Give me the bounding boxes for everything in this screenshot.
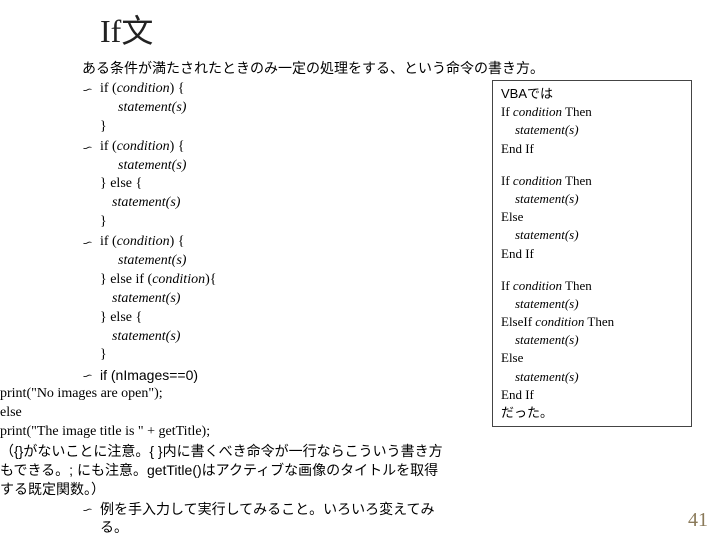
note-text: （{}がないことに注意。{ }内に書くべき命令が一行ならこういう書き方もできる。… (0, 442, 462, 499)
vba-box: VBAでは If condition Then statement(s) End… (492, 80, 692, 427)
footer-line: 例を手入力して実行してみること。いろいろ変えてみる。 (82, 500, 462, 538)
line: statement(s) (82, 252, 462, 271)
subtitle: ある条件が満たされたときのみ一定の処理をする、という命令の書き方。 (0, 58, 720, 78)
line: print("No images are open"); (0, 385, 462, 404)
line: End If (501, 386, 683, 404)
line: else (0, 404, 462, 423)
line: } (82, 118, 462, 137)
line: } (82, 213, 462, 232)
line: statement(s) (82, 194, 462, 213)
left-column: if (condition) { statement(s) } if (cond… (82, 80, 462, 537)
line: statement(s) (82, 99, 462, 118)
line: print("The image title is " + getTitle); (0, 423, 462, 442)
if-elseif-block: if (condition) { (82, 233, 462, 252)
line: statement(s) (501, 295, 683, 313)
line: } else { (82, 309, 462, 328)
if-else-block: if (condition) { (82, 138, 462, 157)
vba-tail: だった。 (501, 404, 683, 422)
line: statement(s) (82, 157, 462, 176)
line: if (condition) { (100, 138, 462, 157)
spacer (501, 263, 683, 277)
content-area: if (condition) { statement(s) } if (cond… (0, 80, 720, 537)
line: if (condition) { (100, 233, 462, 252)
line: statement(s) (501, 190, 683, 208)
if-block-1: if (condition) { (82, 80, 462, 99)
line: if (nImages==0) (100, 366, 462, 385)
page-number: 41 (688, 509, 708, 532)
line: End If (501, 140, 683, 158)
line: End If (501, 245, 683, 263)
spacer (501, 158, 683, 172)
line: 例を手入力して実行してみること。いろいろ変えてみる。 (100, 500, 462, 538)
line: statement(s) (82, 328, 462, 347)
page-title: If文 (0, 0, 720, 58)
line: If condition Then (501, 103, 683, 121)
line: statement(s) (501, 331, 683, 349)
line: If condition Then (501, 277, 683, 295)
line: ElseIf condition Then (501, 313, 683, 331)
vba-head: VBAでは (501, 85, 683, 103)
example-block: if (nImages==0) (82, 366, 462, 385)
line: if (condition) { (100, 80, 462, 99)
line: Else (501, 349, 683, 367)
line: If condition Then (501, 172, 683, 190)
line: statement(s) (82, 290, 462, 309)
line: statement(s) (501, 121, 683, 139)
line: } else if (condition){ (82, 271, 462, 290)
line: } (82, 346, 462, 365)
line: Else (501, 208, 683, 226)
line: statement(s) (501, 368, 683, 386)
line: } else { (82, 175, 462, 194)
line: statement(s) (501, 226, 683, 244)
